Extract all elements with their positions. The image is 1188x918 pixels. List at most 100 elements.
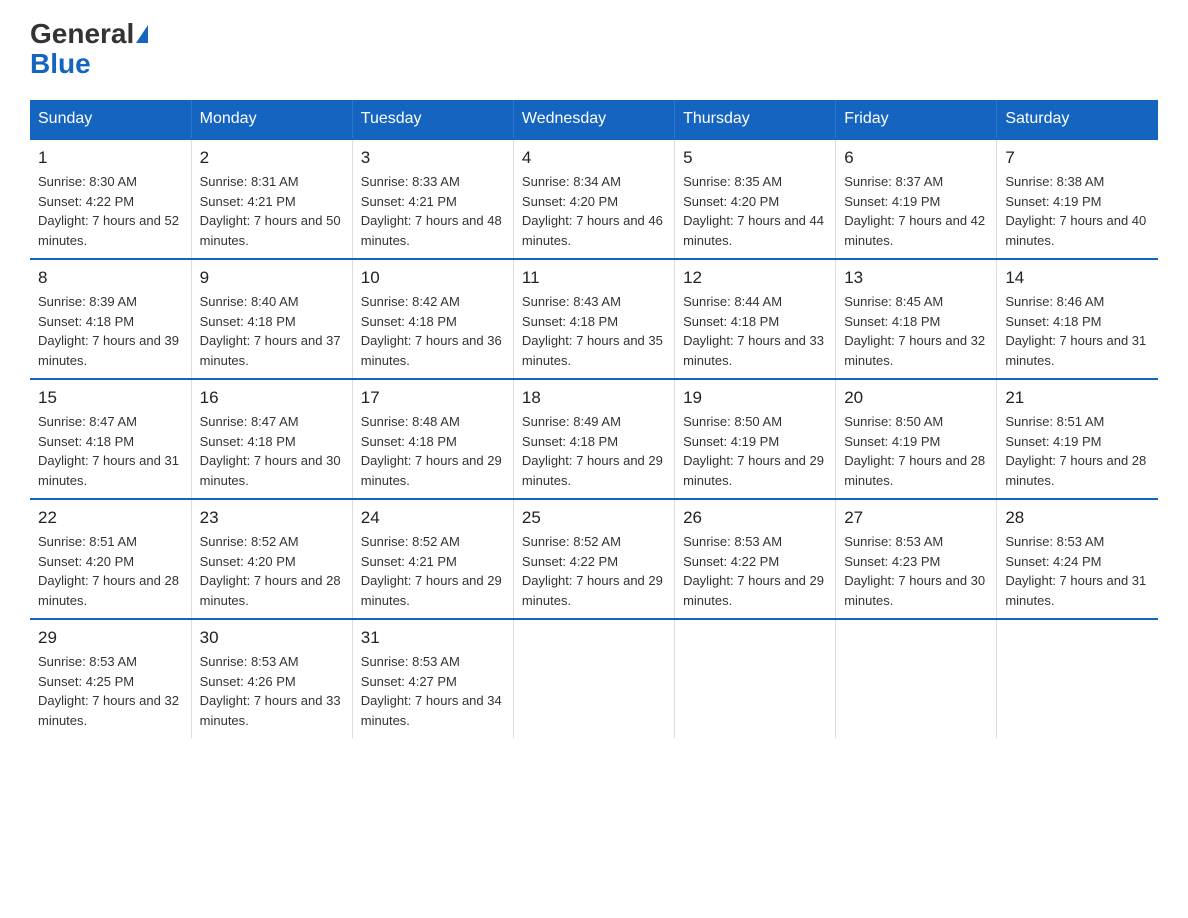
day-info: Sunrise: 8:31 AMSunset: 4:21 PMDaylight:…	[200, 174, 341, 248]
day-number: 7	[1005, 148, 1150, 168]
calendar-week-row: 15 Sunrise: 8:47 AMSunset: 4:18 PMDaylig…	[30, 379, 1158, 499]
day-number: 2	[200, 148, 344, 168]
day-number: 16	[200, 388, 344, 408]
calendar-week-row: 8 Sunrise: 8:39 AMSunset: 4:18 PMDayligh…	[30, 259, 1158, 379]
day-number: 26	[683, 508, 827, 528]
day-info: Sunrise: 8:37 AMSunset: 4:19 PMDaylight:…	[844, 174, 985, 248]
day-info: Sunrise: 8:53 AMSunset: 4:23 PMDaylight:…	[844, 534, 985, 608]
weekday-header-row: SundayMondayTuesdayWednesdayThursdayFrid…	[30, 100, 1158, 139]
calendar-cell: 24 Sunrise: 8:52 AMSunset: 4:21 PMDaylig…	[352, 499, 513, 619]
weekday-header-friday: Friday	[836, 100, 997, 139]
day-number: 3	[361, 148, 505, 168]
day-number: 4	[522, 148, 666, 168]
day-info: Sunrise: 8:53 AMSunset: 4:25 PMDaylight:…	[38, 654, 179, 728]
day-info: Sunrise: 8:50 AMSunset: 4:19 PMDaylight:…	[844, 414, 985, 488]
day-number: 10	[361, 268, 505, 288]
weekday-header-thursday: Thursday	[675, 100, 836, 139]
calendar-cell: 2 Sunrise: 8:31 AMSunset: 4:21 PMDayligh…	[191, 139, 352, 259]
day-info: Sunrise: 8:52 AMSunset: 4:21 PMDaylight:…	[361, 534, 502, 608]
calendar-cell: 21 Sunrise: 8:51 AMSunset: 4:19 PMDaylig…	[997, 379, 1158, 499]
day-info: Sunrise: 8:50 AMSunset: 4:19 PMDaylight:…	[683, 414, 824, 488]
day-number: 31	[361, 628, 505, 648]
calendar-cell: 9 Sunrise: 8:40 AMSunset: 4:18 PMDayligh…	[191, 259, 352, 379]
day-info: Sunrise: 8:53 AMSunset: 4:26 PMDaylight:…	[200, 654, 341, 728]
calendar-cell: 8 Sunrise: 8:39 AMSunset: 4:18 PMDayligh…	[30, 259, 191, 379]
day-info: Sunrise: 8:30 AMSunset: 4:22 PMDaylight:…	[38, 174, 179, 248]
day-number: 1	[38, 148, 183, 168]
day-number: 17	[361, 388, 505, 408]
calendar-cell: 6 Sunrise: 8:37 AMSunset: 4:19 PMDayligh…	[836, 139, 997, 259]
logo: General Blue	[30, 20, 148, 80]
day-number: 14	[1005, 268, 1150, 288]
calendar-cell: 17 Sunrise: 8:48 AMSunset: 4:18 PMDaylig…	[352, 379, 513, 499]
day-number: 11	[522, 268, 666, 288]
day-info: Sunrise: 8:52 AMSunset: 4:22 PMDaylight:…	[522, 534, 663, 608]
day-info: Sunrise: 8:47 AMSunset: 4:18 PMDaylight:…	[200, 414, 341, 488]
day-number: 28	[1005, 508, 1150, 528]
calendar-week-row: 1 Sunrise: 8:30 AMSunset: 4:22 PMDayligh…	[30, 139, 1158, 259]
day-info: Sunrise: 8:51 AMSunset: 4:20 PMDaylight:…	[38, 534, 179, 608]
day-info: Sunrise: 8:47 AMSunset: 4:18 PMDaylight:…	[38, 414, 179, 488]
day-number: 15	[38, 388, 183, 408]
page-header: General Blue	[30, 20, 1158, 80]
day-number: 22	[38, 508, 183, 528]
calendar-cell: 30 Sunrise: 8:53 AMSunset: 4:26 PMDaylig…	[191, 619, 352, 738]
day-info: Sunrise: 8:34 AMSunset: 4:20 PMDaylight:…	[522, 174, 663, 248]
calendar-cell: 11 Sunrise: 8:43 AMSunset: 4:18 PMDaylig…	[513, 259, 674, 379]
calendar-cell: 25 Sunrise: 8:52 AMSunset: 4:22 PMDaylig…	[513, 499, 674, 619]
day-number: 24	[361, 508, 505, 528]
weekday-header-tuesday: Tuesday	[352, 100, 513, 139]
day-info: Sunrise: 8:44 AMSunset: 4:18 PMDaylight:…	[683, 294, 824, 368]
calendar-cell: 15 Sunrise: 8:47 AMSunset: 4:18 PMDaylig…	[30, 379, 191, 499]
weekday-header-sunday: Sunday	[30, 100, 191, 139]
calendar-cell: 12 Sunrise: 8:44 AMSunset: 4:18 PMDaylig…	[675, 259, 836, 379]
day-info: Sunrise: 8:53 AMSunset: 4:24 PMDaylight:…	[1005, 534, 1146, 608]
calendar-cell: 16 Sunrise: 8:47 AMSunset: 4:18 PMDaylig…	[191, 379, 352, 499]
calendar-cell: 31 Sunrise: 8:53 AMSunset: 4:27 PMDaylig…	[352, 619, 513, 738]
calendar-cell: 10 Sunrise: 8:42 AMSunset: 4:18 PMDaylig…	[352, 259, 513, 379]
calendar-cell: 29 Sunrise: 8:53 AMSunset: 4:25 PMDaylig…	[30, 619, 191, 738]
calendar-week-row: 22 Sunrise: 8:51 AMSunset: 4:20 PMDaylig…	[30, 499, 1158, 619]
day-number: 27	[844, 508, 988, 528]
day-number: 19	[683, 388, 827, 408]
calendar-cell: 27 Sunrise: 8:53 AMSunset: 4:23 PMDaylig…	[836, 499, 997, 619]
day-info: Sunrise: 8:35 AMSunset: 4:20 PMDaylight:…	[683, 174, 824, 248]
calendar-cell: 4 Sunrise: 8:34 AMSunset: 4:20 PMDayligh…	[513, 139, 674, 259]
day-info: Sunrise: 8:42 AMSunset: 4:18 PMDaylight:…	[361, 294, 502, 368]
day-info: Sunrise: 8:48 AMSunset: 4:18 PMDaylight:…	[361, 414, 502, 488]
logo-blue: Blue	[30, 48, 91, 80]
weekday-header-saturday: Saturday	[997, 100, 1158, 139]
calendar-cell	[675, 619, 836, 738]
day-number: 13	[844, 268, 988, 288]
calendar-cell: 1 Sunrise: 8:30 AMSunset: 4:22 PMDayligh…	[30, 139, 191, 259]
calendar-table: SundayMondayTuesdayWednesdayThursdayFrid…	[30, 100, 1158, 738]
calendar-week-row: 29 Sunrise: 8:53 AMSunset: 4:25 PMDaylig…	[30, 619, 1158, 738]
day-number: 12	[683, 268, 827, 288]
day-info: Sunrise: 8:53 AMSunset: 4:27 PMDaylight:…	[361, 654, 502, 728]
day-info: Sunrise: 8:39 AMSunset: 4:18 PMDaylight:…	[38, 294, 179, 368]
day-number: 20	[844, 388, 988, 408]
day-number: 29	[38, 628, 183, 648]
day-info: Sunrise: 8:38 AMSunset: 4:19 PMDaylight:…	[1005, 174, 1146, 248]
calendar-cell: 22 Sunrise: 8:51 AMSunset: 4:20 PMDaylig…	[30, 499, 191, 619]
calendar-cell: 26 Sunrise: 8:53 AMSunset: 4:22 PMDaylig…	[675, 499, 836, 619]
day-info: Sunrise: 8:49 AMSunset: 4:18 PMDaylight:…	[522, 414, 663, 488]
day-number: 25	[522, 508, 666, 528]
calendar-cell: 5 Sunrise: 8:35 AMSunset: 4:20 PMDayligh…	[675, 139, 836, 259]
calendar-cell	[997, 619, 1158, 738]
day-info: Sunrise: 8:52 AMSunset: 4:20 PMDaylight:…	[200, 534, 341, 608]
day-number: 30	[200, 628, 344, 648]
logo-triangle-icon	[136, 25, 148, 43]
day-info: Sunrise: 8:46 AMSunset: 4:18 PMDaylight:…	[1005, 294, 1146, 368]
day-info: Sunrise: 8:51 AMSunset: 4:19 PMDaylight:…	[1005, 414, 1146, 488]
weekday-header-wednesday: Wednesday	[513, 100, 674, 139]
day-number: 8	[38, 268, 183, 288]
day-number: 6	[844, 148, 988, 168]
calendar-cell: 23 Sunrise: 8:52 AMSunset: 4:20 PMDaylig…	[191, 499, 352, 619]
calendar-cell: 18 Sunrise: 8:49 AMSunset: 4:18 PMDaylig…	[513, 379, 674, 499]
day-info: Sunrise: 8:45 AMSunset: 4:18 PMDaylight:…	[844, 294, 985, 368]
day-info: Sunrise: 8:33 AMSunset: 4:21 PMDaylight:…	[361, 174, 502, 248]
calendar-cell: 13 Sunrise: 8:45 AMSunset: 4:18 PMDaylig…	[836, 259, 997, 379]
day-info: Sunrise: 8:40 AMSunset: 4:18 PMDaylight:…	[200, 294, 341, 368]
calendar-cell: 20 Sunrise: 8:50 AMSunset: 4:19 PMDaylig…	[836, 379, 997, 499]
